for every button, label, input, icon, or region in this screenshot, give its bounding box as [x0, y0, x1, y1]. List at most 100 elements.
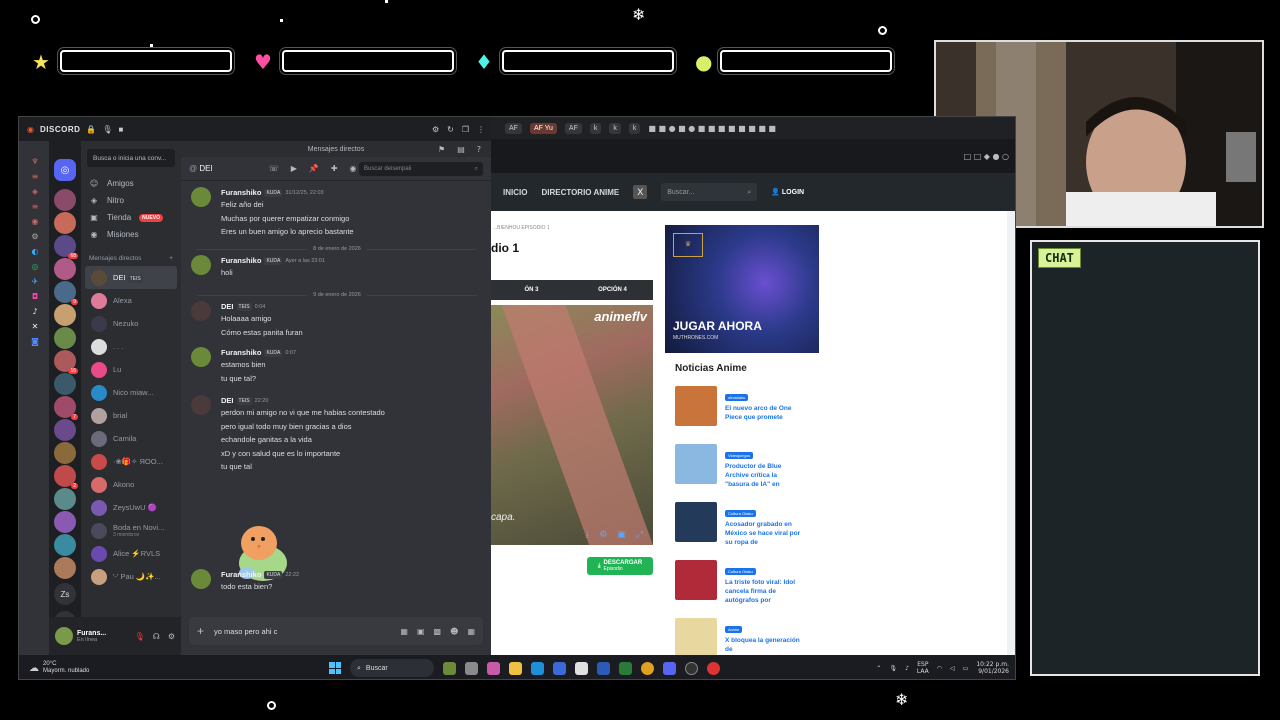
- dm-search-input[interactable]: Busca o inicia una conv...: [87, 149, 175, 167]
- tray-icon[interactable]: ◐: [32, 247, 39, 256]
- task-view-icon[interactable]: [465, 661, 478, 675]
- tray-icon[interactable]: ⚙: [31, 232, 38, 241]
- discord-home-icon[interactable]: ◎: [54, 159, 76, 181]
- browser-tab[interactable]: k: [609, 122, 621, 134]
- server-icon[interactable]: [54, 534, 76, 556]
- excel-icon[interactable]: [619, 661, 632, 675]
- ad-banner[interactable]: ♛ JUGAR AHORA MUTHRONES.COM: [665, 225, 819, 353]
- headphones-icon[interactable]: ☊: [153, 632, 160, 641]
- avatar[interactable]: [191, 187, 211, 207]
- folder-icon[interactable]: [509, 661, 522, 675]
- browser-tab-active[interactable]: AF Yu: [529, 122, 557, 134]
- server-icon[interactable]: [54, 557, 76, 579]
- mic-icon[interactable]: 🎙: [889, 665, 897, 672]
- server-icon[interactable]: 9: [54, 281, 78, 305]
- windows-start-icon[interactable]: [329, 662, 341, 674]
- dm-item[interactable]: Alice ⚡RVLS: [85, 542, 177, 565]
- more-icon[interactable]: ⋮: [477, 125, 485, 134]
- server-icon[interactable]: [54, 327, 76, 349]
- server-icon[interactable]: [54, 511, 76, 533]
- avatar[interactable]: [191, 569, 211, 589]
- dm-item[interactable]: Nico miaw...: [85, 381, 177, 404]
- browser-tab[interactable]: k: [589, 122, 602, 134]
- help-icon[interactable]: ?: [477, 145, 481, 154]
- profile-icon[interactable]: ◉: [350, 164, 357, 173]
- tray-icon[interactable]: ≡: [32, 172, 39, 181]
- taskbar-search[interactable]: ⌕ Buscar: [350, 659, 434, 677]
- dm-item[interactable]: Boda en Novi... 3 miembros: [85, 519, 177, 542]
- x-icon[interactable]: X: [633, 185, 648, 199]
- video-player[interactable]: animeflv capa. ⤓ ⚙ ▣ ⤢: [491, 305, 653, 545]
- message-input[interactable]: yo maso pero ahi c: [214, 627, 277, 636]
- video-icon[interactable]: ▶: [291, 164, 297, 173]
- tray-icon[interactable]: ◙: [31, 337, 39, 346]
- volume-icon[interactable]: ◁: [950, 665, 955, 672]
- chrome-icon[interactable]: [641, 661, 654, 675]
- channel-search-input[interactable]: Buscar deisenpaii ⌕: [359, 161, 483, 176]
- browser-tab[interactable]: AF: [505, 122, 522, 134]
- extension-icon[interactable]: ■ ■ ● ■ ● ■ ■ ■ ■ ■ ■ ■ ■: [648, 124, 776, 133]
- sticker-icon[interactable]: ▩: [434, 627, 442, 636]
- news-item[interactable]: otroskaku El nuevo arco de One Piece que …: [665, 380, 811, 438]
- server-icon[interactable]: [54, 304, 76, 326]
- chevron-up-icon[interactable]: ⌃: [876, 665, 881, 672]
- app-icon[interactable]: [575, 661, 588, 675]
- avatar[interactable]: [191, 347, 211, 367]
- server-icon[interactable]: 7: [54, 396, 78, 420]
- site-search-input[interactable]: Buscar... ⌕: [661, 183, 758, 201]
- dm-item[interactable]: ·❀🎁✧ ЯΟΟ...: [85, 450, 177, 473]
- dm-item[interactable]: ZeysUwU 🟣: [85, 496, 177, 519]
- dm-item[interactable]: Akono: [85, 473, 177, 496]
- avatar[interactable]: [191, 395, 211, 415]
- browser-tab[interactable]: k: [628, 122, 641, 134]
- language-indicator[interactable]: ESP LAA: [917, 661, 929, 675]
- news-item[interactable]: Cultura Otaku La triste foto viral: Idol …: [665, 554, 811, 612]
- tray-icon[interactable]: ◘: [32, 292, 38, 301]
- pin-icon[interactable]: 📌: [309, 164, 319, 173]
- obs-icon[interactable]: [685, 661, 698, 675]
- fullscreen-icon[interactable]: ⤢: [636, 530, 643, 540]
- message-author[interactable]: Furanshiko: [221, 188, 261, 197]
- message-author[interactable]: Furanshiko: [221, 256, 261, 265]
- tray-icon[interactable]: ◉: [32, 217, 39, 226]
- gif-icon[interactable]: ▣: [417, 627, 425, 636]
- server-zs[interactable]: Zs: [54, 583, 76, 605]
- server-icon[interactable]: [54, 258, 76, 280]
- store-icon[interactable]: [553, 661, 566, 675]
- tray-icon[interactable]: ≡: [32, 202, 39, 211]
- nav-link-directorio[interactable]: DIRECTORIO ANIME: [541, 188, 619, 197]
- option-tab[interactable]: ÓN 3: [491, 287, 572, 293]
- dm-item[interactable]: '-' Pau 🌙✨...: [85, 565, 177, 588]
- tray-icon[interactable]: ✈: [32, 277, 39, 286]
- dm-item[interactable]: Alexa: [85, 289, 177, 312]
- tray-icon[interactable]: ◎: [32, 262, 39, 271]
- nav-item-misiones[interactable]: ◉ Misiones: [81, 226, 181, 243]
- window-icon[interactable]: ▤: [457, 145, 465, 154]
- avatar[interactable]: [191, 255, 211, 275]
- tray-icon[interactable]: ◈: [32, 187, 38, 196]
- nav-item-amigos[interactable]: ☺ Amigos: [81, 175, 181, 192]
- server-icon[interactable]: 2: [54, 465, 78, 489]
- server-icon[interactable]: [54, 373, 76, 395]
- discord-icon[interactable]: [663, 661, 676, 675]
- message-author[interactable]: DEI: [221, 302, 234, 311]
- mute-mic-icon[interactable]: 🎙: [135, 632, 145, 641]
- server-icon[interactable]: [54, 488, 76, 510]
- dm-item[interactable]: DEI TEIS: [85, 266, 177, 289]
- dm-item[interactable]: Nezuko: [85, 312, 177, 335]
- message-author[interactable]: DEI: [221, 396, 234, 405]
- nav-link-inicio[interactable]: INICIO: [503, 188, 527, 197]
- gear-icon[interactable]: ⚙: [168, 632, 175, 641]
- avatar[interactable]: [55, 627, 73, 645]
- dm-item[interactable]: Camila: [85, 427, 177, 450]
- wifi-icon[interactable]: ◠: [937, 665, 942, 672]
- dm-item[interactable]: Lu: [85, 358, 177, 381]
- attach-button[interactable]: +: [197, 624, 204, 638]
- call-icon[interactable]: ☏: [269, 164, 279, 173]
- avatar[interactable]: [191, 301, 211, 321]
- news-item[interactable]: Videojuegos Productor de Blue Archive crí…: [665, 438, 811, 496]
- dm-item[interactable]: brial: [85, 404, 177, 427]
- message-author[interactable]: Furanshiko: [221, 570, 261, 579]
- login-button[interactable]: 👤 LOGIN: [771, 188, 804, 196]
- message-author[interactable]: Furanshiko: [221, 348, 261, 357]
